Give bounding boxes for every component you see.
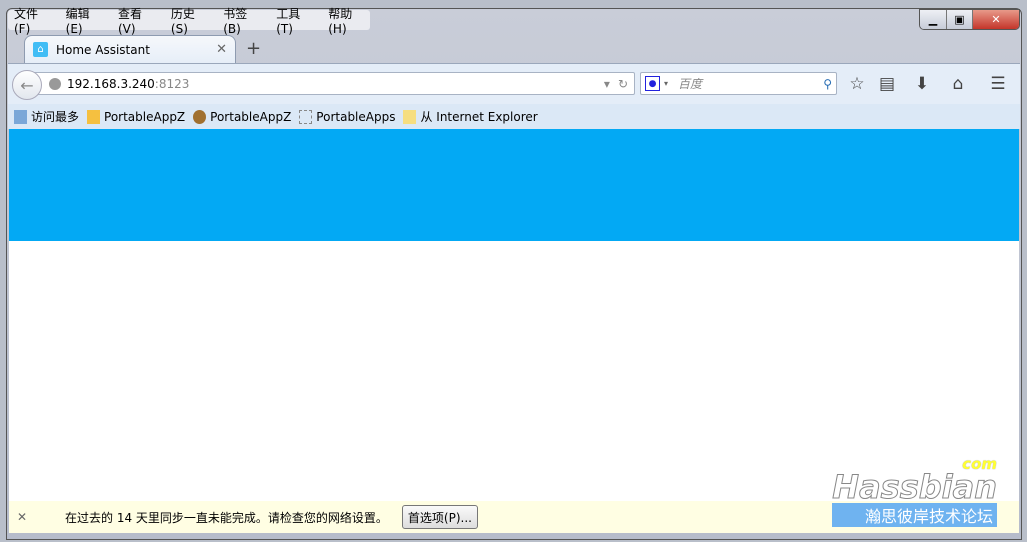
- menu-bar: 文件(F) 编辑(E) 查看(V) 历史(S) 书签(B) 工具(T) 帮助(H…: [8, 7, 370, 36]
- menu-history[interactable]: 历史(S): [171, 5, 211, 36]
- portableappz-icon: [193, 109, 207, 124]
- tab-title: Home Assistant: [56, 42, 150, 57]
- bookmark-portableappz-rss[interactable]: PortableAppZ: [87, 109, 185, 124]
- close-window-button[interactable]: ✕: [973, 10, 1019, 29]
- menu-bookmarks[interactable]: 书签(B): [223, 5, 264, 36]
- close-tab-icon[interactable]: ✕: [216, 42, 227, 57]
- notification-message: 在过去的 14 天里同步一直未能完成。请检查您的网络设置。: [65, 510, 388, 525]
- preferences-button[interactable]: 首选项(P)...: [401, 505, 478, 529]
- download-icon[interactable]: ⬇: [911, 73, 933, 95]
- home-assistant-favicon-icon: ⌂: [33, 42, 48, 57]
- hamburger-menu-icon[interactable]: ☰: [987, 73, 1009, 95]
- url-port: :8123: [154, 76, 190, 91]
- window-controls: ▁ ▣ ✕: [919, 9, 1020, 30]
- bookmark-portableapps[interactable]: PortableApps: [299, 109, 395, 124]
- url-host: 192.168.3.240: [67, 76, 155, 91]
- search-icon[interactable]: ⚲: [823, 77, 832, 91]
- reload-icon[interactable]: ↻: [618, 77, 628, 91]
- page-icon: [299, 109, 313, 124]
- bookmarks-toolbar: 访问最多 PortableAppZ PortableAppZ PortableA…: [8, 104, 1020, 129]
- minimize-button[interactable]: ▁: [920, 10, 947, 29]
- dropdown-arrow-icon[interactable]: ▾: [604, 77, 610, 91]
- bookmark-portableappz[interactable]: PortableAppZ: [193, 109, 291, 124]
- app-header: [9, 129, 1019, 241]
- home-icon[interactable]: ⌂: [947, 73, 969, 95]
- bookmark-most-visited[interactable]: 访问最多: [14, 108, 79, 125]
- search-bar[interactable]: ● ▾ 百度 ⚲: [640, 72, 837, 95]
- search-engine-dropdown-icon[interactable]: ▾: [664, 79, 668, 88]
- page-content: ✕ 在过去的 14 天里同步一直未能完成。请检查您的网络设置。 首选项(P)..…: [9, 129, 1019, 533]
- folder-icon: [403, 109, 417, 124]
- new-tab-button[interactable]: +: [246, 38, 261, 59]
- maximize-button[interactable]: ▣: [947, 10, 973, 29]
- tab-home-assistant[interactable]: ⌂ Home Assistant ✕: [24, 35, 236, 63]
- menu-file[interactable]: 文件(F): [14, 5, 54, 36]
- bookmark-folder-ie[interactable]: 从 Internet Explorer: [403, 108, 538, 125]
- url-bar[interactable]: 192.168.3.240:8123 ▾ ↻: [28, 72, 635, 95]
- rss-icon: [87, 109, 101, 124]
- baidu-paw-icon[interactable]: ●: [645, 76, 660, 91]
- menu-tools[interactable]: 工具(T): [276, 5, 316, 36]
- library-icon[interactable]: ▤: [876, 73, 898, 95]
- menu-view[interactable]: 查看(V): [118, 5, 159, 36]
- globe-icon: [49, 77, 61, 90]
- hassbian-watermark: com Hassbian 瀚思彼岸技术论坛: [832, 455, 997, 527]
- back-button[interactable]: ←: [12, 70, 42, 100]
- menu-help[interactable]: 帮助(H): [328, 5, 370, 36]
- menu-edit[interactable]: 编辑(E): [66, 5, 106, 36]
- close-notification-icon[interactable]: ✕: [17, 510, 65, 524]
- most-visited-icon: [14, 109, 27, 124]
- search-placeholder: 百度: [678, 77, 703, 91]
- bookmark-star-icon[interactable]: ☆: [846, 73, 868, 95]
